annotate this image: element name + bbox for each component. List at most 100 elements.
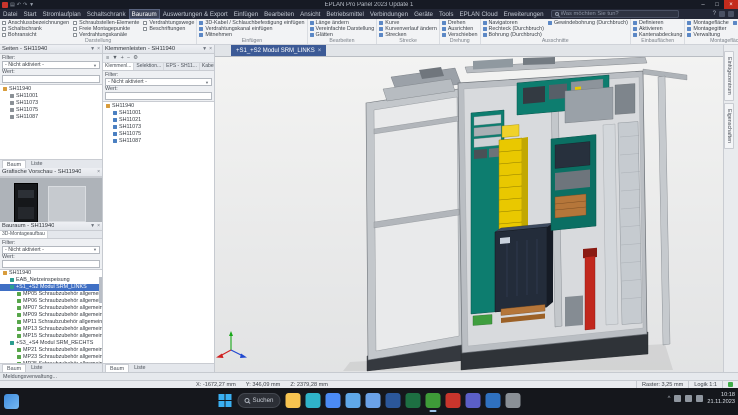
tree-item[interactable]: SH11087 [0, 113, 102, 120]
ribbon-tab[interactable]: Bearbeiten [261, 9, 297, 19]
quick-access-dropdown-icon[interactable]: ▼ [29, 2, 34, 8]
value-input[interactable] [2, 75, 100, 83]
minimize-button[interactable]: – [696, 0, 710, 9]
panel-view-tab[interactable]: Baum [2, 364, 26, 372]
mounting-plate-mid[interactable] [551, 135, 596, 231]
eplan-propanel-icon[interactable] [426, 393, 441, 408]
tree-item[interactable]: SH11940 [103, 102, 214, 109]
eplan-electric-icon[interactable] [446, 393, 461, 408]
drive-unit[interactable] [495, 223, 553, 312]
browser-icon[interactable] [326, 393, 341, 408]
filter-select[interactable]: - Nicht aktiviert -▼ [105, 78, 212, 86]
mail-icon[interactable] [346, 393, 361, 408]
tree-item[interactable]: SH11075 [0, 106, 102, 113]
tree-item[interactable]: SH11940 [0, 270, 102, 277]
tree-item[interactable]: SH11073 [0, 99, 102, 106]
tree-item[interactable]: SH11001 [0, 92, 102, 99]
redo-icon[interactable]: ↷ [23, 2, 27, 8]
save-icon[interactable]: ▤ [10, 2, 15, 8]
cable-ducts[interactable] [603, 122, 642, 326]
ribbon-tab[interactable]: Einfügen [231, 9, 261, 19]
taskbar-search[interactable]: Suchen [238, 393, 281, 408]
outlook-icon[interactable] [486, 393, 501, 408]
widgets-icon[interactable] [4, 394, 19, 409]
clock[interactable]: 10:18 21.11.2023 [707, 392, 735, 405]
value-input[interactable] [105, 92, 212, 100]
edge-icon[interactable] [306, 393, 321, 408]
tree-item[interactable]: MP13 Schraubzubehör allgemein [0, 326, 102, 333]
ribbon-tab[interactable]: Datei [0, 9, 20, 19]
tree-item[interactable]: MP21 Schraubzubehör allgemein [0, 347, 102, 354]
tree-item[interactable]: SH11073 [103, 123, 214, 130]
ribbon-tab[interactable]: Schaltschrank [84, 9, 129, 19]
ribbon-tab[interactable]: Erweiterungen [501, 9, 547, 19]
panel-dropdown-icon[interactable]: ▼ [202, 46, 207, 52]
help-icon[interactable]: ? [713, 11, 716, 17]
command-search[interactable] [551, 10, 679, 18]
network-icon[interactable] [674, 395, 681, 402]
list-icon[interactable]: ≡ [106, 55, 109, 61]
tree-item[interactable]: SH11940 [0, 85, 102, 92]
ribbon-tab[interactable]: Verbindungen [367, 9, 411, 19]
filter-select[interactable]: - Nicht aktiviert -▼ [2, 61, 100, 69]
ribbon-button[interactable]: Aktualisieren [733, 20, 738, 26]
document-tab[interactable]: +S1_+S2 Modul SRM_LINKS × [231, 45, 326, 56]
tree-item[interactable]: SH11087 [103, 137, 214, 144]
navigator-dock-tab[interactable]: Kabel - SH... [200, 63, 214, 70]
tree-item[interactable]: MP11 Schraubzubehör allgemein [0, 319, 102, 326]
settings-gear-icon[interactable]: ⚙ [133, 55, 138, 61]
tree-item[interactable]: MP06 Schraubzubehör allgemein [0, 298, 102, 305]
left-swing-frame[interactable] [366, 67, 467, 360]
ribbon-tab[interactable]: Betriebsmittel [323, 9, 366, 19]
panel-dropdown-icon[interactable]: ▼ [90, 223, 95, 229]
tree-item[interactable]: MP15 Schraubzubehör allgemein [0, 333, 102, 340]
dock-vertical-tab[interactable]: Eigenschaften [724, 103, 734, 149]
layout-space-tab[interactable]: 3D-Montageaufbau [0, 231, 48, 238]
collapse-all-icon[interactable]: − [127, 55, 130, 61]
battery-icon[interactable] [696, 395, 703, 402]
3d-viewport[interactable] [215, 57, 723, 372]
ribbon-tab[interactable]: Tools [436, 9, 456, 19]
grid-setting[interactable]: Raster: 3,25 mm [636, 381, 688, 388]
undo-icon[interactable]: ↶ [17, 2, 21, 8]
tree-item[interactable]: +S3_+S4 Modul SRM_RECHTS [0, 340, 102, 347]
tree-item[interactable]: MP07 Schraubzubehör allgemein [0, 305, 102, 312]
maximize-button[interactable]: □ [710, 0, 724, 9]
ribbon-tab[interactable]: Bauraum [129, 9, 160, 19]
explorer-icon[interactable] [286, 393, 301, 408]
ribbon-tab[interactable]: Geräte [411, 9, 436, 19]
panel-view-tab[interactable]: Baum [105, 364, 129, 372]
tree-item[interactable]: SH11075 [103, 130, 214, 137]
panel-close-icon[interactable]: × [209, 46, 212, 52]
command-search-input[interactable] [561, 11, 675, 17]
panel-close-icon[interactable]: × [97, 46, 100, 52]
panel-view-tab[interactable]: Liste [27, 160, 46, 168]
panel-dropdown-icon[interactable]: ▼ [90, 46, 95, 52]
teams-icon[interactable] [466, 393, 481, 408]
close-tab-icon[interactable]: × [318, 48, 322, 54]
user-icon[interactable] [719, 11, 725, 17]
expand-all-icon[interactable]: + [121, 55, 124, 61]
navigator-dock-tab[interactable]: EPS - SH11... [164, 63, 200, 70]
panel-close-icon[interactable]: × [97, 223, 100, 229]
excel-icon[interactable] [406, 393, 421, 408]
word-icon[interactable] [386, 393, 401, 408]
tree-item[interactable]: MP09 Schraubzubehör allgemein [0, 312, 102, 319]
ribbon-tab[interactable]: Ansicht [297, 9, 323, 19]
navigator-dock-tab[interactable]: Selektion... [134, 63, 164, 70]
filter-select[interactable]: - Nicht aktiviert -▼ [2, 246, 100, 254]
panel-view-tab[interactable]: Baum [2, 160, 26, 168]
component-stack-yellow[interactable] [499, 125, 528, 237]
ribbon-toggle[interactable]: Beschriftungen [143, 26, 194, 32]
tree-item[interactable]: MP05 Schraubzubehör allgemein [0, 291, 102, 298]
panel-close-icon[interactable]: × [97, 169, 100, 175]
settings-icon[interactable] [506, 393, 521, 408]
start-button[interactable] [218, 393, 233, 408]
tray-chevron-icon[interactable]: ^ [668, 396, 671, 402]
store-icon[interactable] [366, 393, 381, 408]
navigator-dock-tab[interactable]: Klemmenl... [103, 63, 134, 70]
filter-dropdown-icon[interactable]: ▼ [112, 55, 117, 61]
tree-item[interactable]: SH11001 [103, 109, 214, 116]
scale-setting[interactable]: Logik 1:1 [688, 381, 722, 388]
ribbon-tab[interactable]: Stromlaufplan [40, 9, 84, 19]
